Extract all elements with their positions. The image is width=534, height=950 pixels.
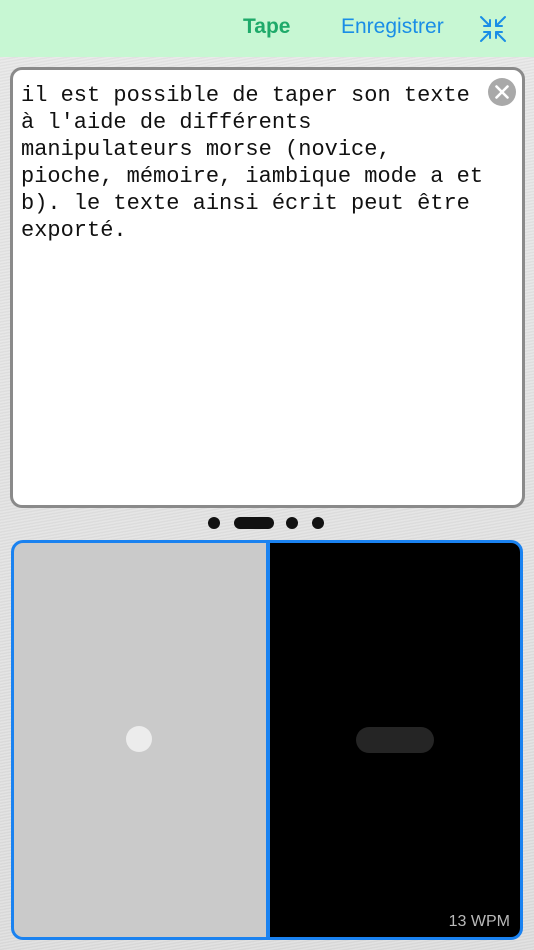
collapse-arrows-icon[interactable]: [478, 14, 508, 44]
morse-keyer: 13 WPM: [11, 540, 523, 940]
dit-icon: [126, 726, 152, 752]
save-button[interactable]: Enregistrer: [341, 15, 444, 39]
page-dash-current[interactable]: [234, 517, 274, 529]
page-dot[interactable]: [286, 517, 298, 529]
text-editor[interactable]: il est possible de taper son texte à l'a…: [10, 67, 525, 508]
dah-paddle[interactable]: 13 WPM: [270, 543, 520, 937]
page-dot[interactable]: [208, 517, 220, 529]
page-indicator[interactable]: [208, 516, 328, 530]
dit-paddle[interactable]: [14, 543, 266, 937]
page-dot[interactable]: [312, 517, 324, 529]
clear-x-icon[interactable]: [487, 77, 517, 107]
tab-tape[interactable]: Tape: [243, 15, 290, 39]
wpm-readout: 13 WPM: [448, 913, 510, 930]
top-toolbar: Tape Enregistrer: [0, 0, 534, 57]
dah-icon: [356, 727, 434, 753]
editor-text[interactable]: il est possible de taper son texte à l'a…: [21, 82, 517, 244]
